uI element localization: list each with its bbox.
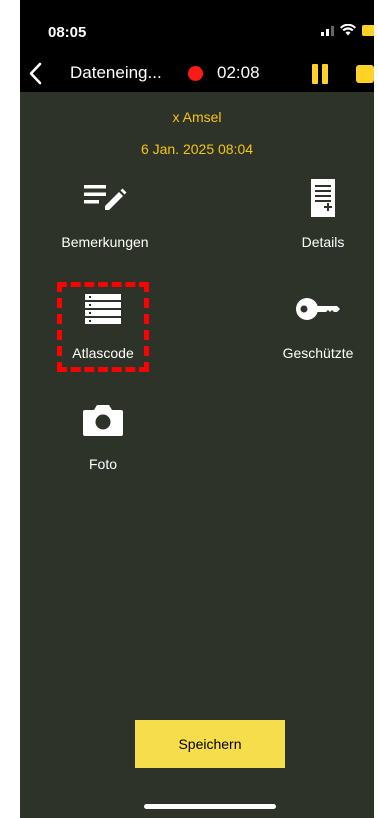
document-icon [311,179,335,217]
status-bar: 08:05 [20,0,374,56]
edit-notes-icon [84,185,127,210]
tile-label: Details [301,234,345,250]
recording-dot-icon [188,66,203,81]
signal-icon [321,24,334,36]
recording-timer: 02:08 [217,63,260,82]
tile-details[interactable]: Details [278,176,368,250]
save-button[interactable]: Speichern [135,720,285,768]
tile-foto[interactable]: Foto [58,398,148,472]
species-name: x Amsel [172,109,222,125]
tile-label: Geschützte [282,345,354,361]
back-chevron-icon[interactable] [28,58,44,90]
home-indicator [144,804,276,809]
status-icons [321,24,374,36]
key-icon [296,298,340,320]
tile-geschuetzte[interactable]: Geschützte [268,287,368,361]
wifi-icon [340,24,356,36]
tile-label: Bemerkungen [61,234,149,250]
highlight-box [57,282,149,372]
nav-title: Dateneing... [70,63,162,82]
tile-label: Foto [88,456,117,472]
pause-icon[interactable] [311,64,329,84]
stop-icon[interactable] [356,65,374,83]
tile-bemerkungen[interactable]: Bemerkungen [50,176,160,250]
nav-bar: Dateneing... 02:08 [20,56,374,92]
battery-icon [362,24,374,36]
app-screen: 08:05 Dateneing... 02:08 x Amsel 6 Jan. … [20,0,374,818]
record-datetime: 6 Jan. 2025 08:04 [140,141,254,157]
camera-icon [83,405,123,436]
status-time: 08:05 [48,24,87,41]
